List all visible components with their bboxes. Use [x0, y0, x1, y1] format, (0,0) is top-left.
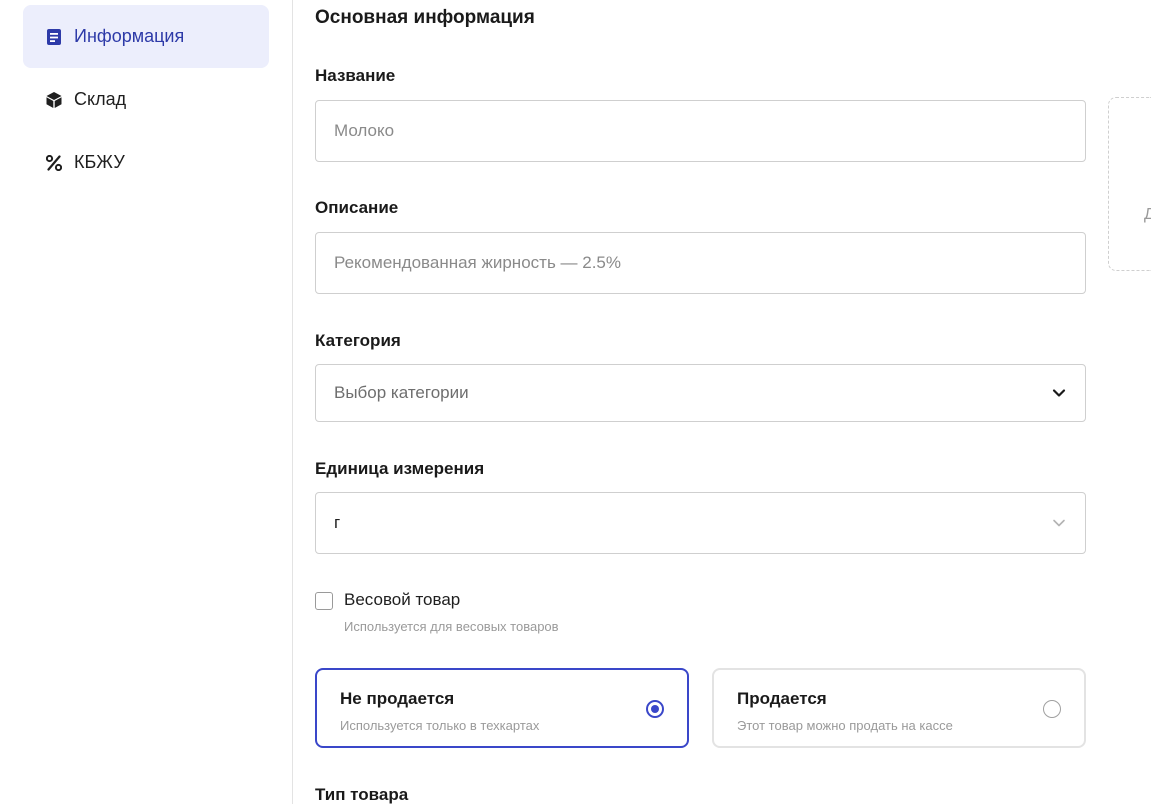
- sidebar-item-label: Склад: [74, 89, 127, 109]
- section-title: Основная информация: [315, 7, 535, 28]
- chevron-down-icon: [1051, 385, 1067, 401]
- unit-label: Единица измерения: [315, 459, 485, 478]
- option-title: Не продается: [340, 689, 455, 708]
- sidebar-item-information[interactable]: Информация: [23, 5, 269, 68]
- description-label: Описание: [315, 198, 399, 217]
- product-type-label: Тип товара: [315, 785, 409, 804]
- unit-value: г: [334, 513, 341, 532]
- for-sale-option[interactable]: Продается Этот товар можно продать на ка…: [712, 668, 1086, 748]
- weight-item-label[interactable]: Весовой товар: [344, 590, 460, 610]
- sidebar: Информация Склад КБЖУ: [0, 0, 292, 804]
- chevron-down-icon: [1051, 515, 1067, 531]
- category-placeholder: Выбор категории: [334, 383, 469, 402]
- product-editor-page: Информация Склад КБЖУ Основная информаци…: [0, 0, 1151, 804]
- sidebar-divider: [292, 0, 293, 804]
- image-dropzone[interactable]: Д: [1108, 97, 1151, 271]
- option-subtitle: Этот товар можно продать на кассе: [737, 718, 953, 733]
- option-subtitle: Используется только в техкартах: [340, 718, 540, 733]
- category-select[interactable]: Выбор категории: [315, 364, 1086, 422]
- sidebar-item-warehouse[interactable]: Склад: [23, 68, 269, 131]
- description-input[interactable]: [315, 232, 1086, 294]
- option-title: Продается: [737, 689, 827, 708]
- weight-item-hint: Используется для весовых товаров: [344, 619, 559, 634]
- document-icon: [45, 28, 63, 46]
- category-label: Категория: [315, 331, 401, 350]
- name-input[interactable]: [315, 100, 1086, 162]
- sidebar-item-label: Информация: [74, 26, 185, 46]
- unit-select[interactable]: г: [315, 492, 1086, 554]
- sidebar-item-kbzhu[interactable]: КБЖУ: [23, 131, 269, 194]
- percent-icon: [45, 154, 63, 172]
- name-label: Название: [315, 66, 396, 85]
- dropzone-text: Д: [1144, 206, 1151, 223]
- sidebar-item-label: КБЖУ: [74, 152, 125, 172]
- radio-selected[interactable]: [646, 700, 664, 718]
- not-for-sale-option[interactable]: Не продается Используется только в техка…: [315, 668, 689, 748]
- weight-item-checkbox[interactable]: [315, 592, 333, 610]
- box-icon: [45, 91, 63, 109]
- radio-unselected[interactable]: [1043, 700, 1061, 718]
